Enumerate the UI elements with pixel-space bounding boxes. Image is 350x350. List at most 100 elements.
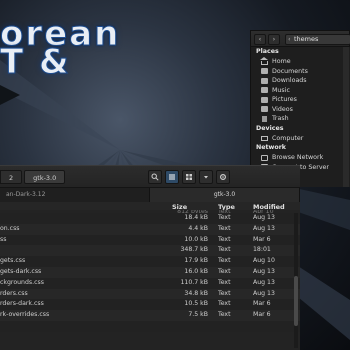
file-name: rders-dark.css xyxy=(0,300,44,308)
file-type: Text xyxy=(218,289,231,297)
scrollbar-thumb[interactable] xyxy=(294,276,298,326)
places-toolbar: ‹ › ‹ themes xyxy=(251,31,350,47)
sidebar-item-documents[interactable]: Documents xyxy=(251,67,350,77)
file-name: on.css xyxy=(0,224,20,232)
file-list: 18.4 kB Text Aug 13 on.css 4.4 kB Text A… xyxy=(0,213,300,332)
file-type: Text xyxy=(218,214,231,221)
sidebar-item-label: Videos xyxy=(272,105,293,113)
file-type: Text xyxy=(218,311,231,319)
table-row[interactable]: 348.7 kB Text 18:01 xyxy=(0,245,300,257)
table-row[interactable]: ss 10.0 kB Text Mar 6 xyxy=(0,234,300,246)
folder-icon xyxy=(261,106,268,113)
table-row[interactable]: gets.css 17.9 kB Text Aug 10 xyxy=(0,256,300,267)
file-type: Text xyxy=(218,224,231,232)
places-window: ‹ › ‹ themes Places Home Documents Downl… xyxy=(250,30,350,187)
file-modified: Aug 13 xyxy=(253,224,275,232)
table-row[interactable]: 18.4 kB Text Aug 13 xyxy=(0,213,300,224)
file-manager-window: 2 gtk-3.0 an-Dark-3.12 gtk-3.0 Size Type xyxy=(0,165,300,350)
forward-button[interactable]: › xyxy=(268,34,280,45)
sidebar-section-places: Places xyxy=(256,48,279,55)
sidebar-item-label: Pictures xyxy=(272,96,297,103)
file-type: Text xyxy=(218,278,231,286)
file-type: Text xyxy=(218,267,231,275)
file-name: rders.css xyxy=(0,289,28,297)
file-type: Text xyxy=(218,246,231,254)
breadcrumb[interactable]: ‹ themes xyxy=(285,34,350,45)
file-name: ckgrounds.css xyxy=(0,278,44,286)
sidebar-item-label: Trash xyxy=(272,115,289,122)
file-modified: Aug 13 xyxy=(253,214,275,221)
file-manager-toolbar: 2 gtk-3.0 xyxy=(0,166,300,188)
folder-icon xyxy=(261,87,268,94)
sidebar-item-label: Home xyxy=(272,58,291,65)
file-name: rk-overrides.css xyxy=(0,311,50,319)
file-modified: Aug 13 xyxy=(253,278,275,286)
file-type: Text xyxy=(218,300,231,308)
file-type: Text xyxy=(218,235,231,243)
grid-view-icon[interactable] xyxy=(182,170,196,184)
back-button[interactable]: ‹ xyxy=(254,34,266,45)
sidebar-item-downloads[interactable]: Downloads xyxy=(251,76,350,86)
folder-icon xyxy=(261,77,268,84)
table-row[interactable]: rders.css 34.8 kB Text Aug 13 xyxy=(0,288,300,300)
file-type: Text xyxy=(218,257,231,265)
file-modified: Mar 6 xyxy=(253,311,271,319)
content-pane-edge xyxy=(343,47,349,187)
folder-icon xyxy=(261,96,268,103)
breadcrumb-label: themes xyxy=(294,35,319,43)
file-size: 16.0 kB xyxy=(184,267,208,275)
sidebar-section-network: Network xyxy=(256,144,286,151)
list-view-icon[interactable] xyxy=(165,170,179,184)
file-name: ss xyxy=(0,235,7,243)
sidebar-item-trash[interactable]: Trash xyxy=(251,114,350,124)
table-row[interactable] xyxy=(0,320,300,332)
file-size: 18.4 kB xyxy=(184,214,208,221)
tab-gtk-3[interactable]: gtk-3.0 xyxy=(150,188,300,202)
sidebar-item-label: Browse Network xyxy=(272,154,324,161)
sidebar-item-home[interactable]: Home xyxy=(251,56,350,67)
file-size: 17.9 kB xyxy=(184,257,208,265)
sidebar-item-videos[interactable]: Videos xyxy=(251,105,350,115)
table-row[interactable]: on.css 4.4 kB Text Aug 13 xyxy=(0,223,300,235)
breadcrumb-arrow-icon: ‹ xyxy=(288,35,291,43)
table-row[interactable]: ckgrounds.css 110.7 kB Text Aug 13 xyxy=(0,277,300,289)
sidebar-section-devices: Devices xyxy=(256,124,284,132)
tab-theme-dark[interactable]: an-Dark-3.12 xyxy=(0,188,150,202)
tab-bar: an-Dark-3.12 gtk-3.0 xyxy=(0,188,300,202)
file-modified: Mar 6 xyxy=(253,300,271,308)
sidebar-item-label: Computer xyxy=(272,134,304,142)
file-name: gets-dark.css xyxy=(0,267,42,275)
file-modified: Mar 6 xyxy=(253,235,271,243)
path-button-parent[interactable]: 2 xyxy=(0,169,23,184)
sidebar-item-pictures[interactable]: Pictures xyxy=(251,95,350,105)
sidebar-item-label: Music xyxy=(272,86,290,94)
computer-icon xyxy=(261,135,268,141)
table-row[interactable]: rders-dark.css 10.5 kB Text Mar 6 xyxy=(0,299,300,311)
file-name: gets.css xyxy=(0,257,26,265)
path-button-current[interactable]: gtk-3.0 xyxy=(24,169,66,184)
wallpaper-logo-text-2: T & xyxy=(0,42,71,83)
file-size: 10.5 kB xyxy=(184,300,208,308)
file-size: 34.8 kB xyxy=(184,289,208,297)
network-icon xyxy=(261,154,268,161)
gear-icon[interactable] xyxy=(216,170,230,184)
sidebar-item-browse-network[interactable]: Browse Network xyxy=(251,153,350,163)
table-row[interactable]: rk-overrides.css 7.5 kB Text Mar 6 xyxy=(0,310,300,321)
sidebar-item-label: Documents xyxy=(272,67,308,75)
options-icon[interactable] xyxy=(199,170,213,184)
file-size: 348.7 kB xyxy=(180,246,208,254)
file-size: 7.5 kB xyxy=(188,311,208,319)
file-modified: Aug 13 xyxy=(253,289,275,297)
file-modified: Aug 13 xyxy=(253,267,275,275)
sidebar-item-computer[interactable]: Computer xyxy=(251,134,350,144)
trash-icon xyxy=(262,115,267,122)
file-modified: 18:01 xyxy=(253,246,271,254)
home-icon xyxy=(260,56,268,65)
sidebar-item-music[interactable]: Music xyxy=(251,86,350,96)
file-size: 4.4 kB xyxy=(188,224,208,232)
sidebar-item-label: Downloads xyxy=(272,77,307,84)
table-row[interactable]: gets-dark.css 16.0 kB Text Aug 13 xyxy=(0,266,300,278)
search-icon[interactable] xyxy=(148,170,162,184)
folder-icon xyxy=(261,68,268,75)
file-modified: Aug 10 xyxy=(253,257,275,265)
